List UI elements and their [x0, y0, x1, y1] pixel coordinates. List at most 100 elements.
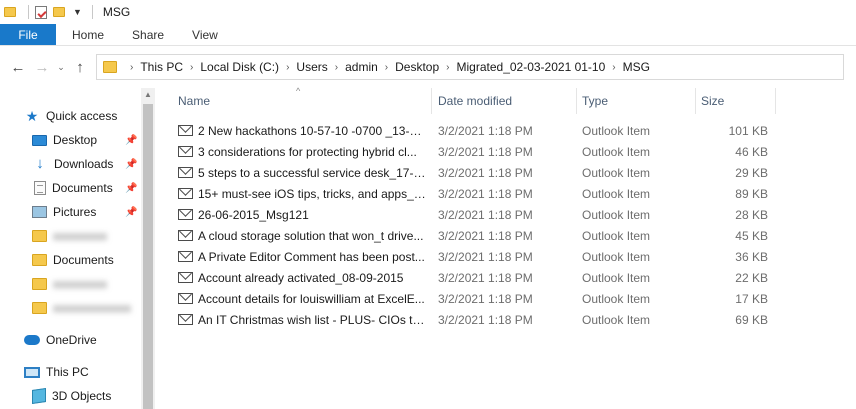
file-name-cell[interactable]: Account already activated_08-09-2015	[178, 267, 426, 288]
scroll-up-icon[interactable]: ▲	[141, 88, 155, 102]
file-name-cell[interactable]: Account details for louiswilliam at Exce…	[178, 288, 426, 309]
file-size: 45 KB	[735, 228, 768, 243]
folder-icon	[32, 278, 47, 290]
nav-item-downloads[interactable]: ↓ Downloads	[32, 153, 113, 175]
mail-icon	[178, 188, 193, 199]
file-size: 36 KB	[735, 249, 768, 264]
nav-item-folder[interactable]: xxxxxxxxx	[32, 225, 107, 247]
table-row[interactable]: An IT Christmas wish list - PLUS- CIOs t…	[160, 309, 856, 330]
breadcrumb-users[interactable]: Users	[296, 60, 327, 74]
table-row[interactable]: 26-06-2015_Msg121 3/2/2021 1:18 PM Outlook…	[160, 204, 856, 225]
address-bar[interactable]: › This PC › Local Disk (C:) › Users › ad…	[96, 54, 844, 80]
scrollbar-thumb[interactable]	[143, 104, 153, 409]
file-size: 29 KB	[735, 165, 768, 180]
chevron-right-icon[interactable]: ›	[286, 62, 289, 73]
nav-this-pc[interactable]: This PC	[24, 361, 89, 383]
file-date: 3/2/2021 1:18 PM	[438, 291, 533, 306]
tab-view[interactable]: View	[178, 24, 232, 45]
table-row[interactable]: 3 considerations for protecting hybrid c…	[160, 141, 856, 162]
table-row[interactable]: 2 New hackathons 10-57-10 -0700 _13-08..…	[160, 120, 856, 141]
nav-item-folder[interactable]: xxxxxxxxx	[32, 273, 107, 295]
file-name-cell[interactable]: 3 considerations for protecting hybrid c…	[178, 141, 426, 162]
nav-scrollbar[interactable]: ▲	[141, 88, 155, 409]
file-date: 3/2/2021 1:18 PM	[438, 165, 533, 180]
breadcrumb-local-disk[interactable]: Local Disk (C:)	[200, 60, 279, 74]
breadcrumb-migrated[interactable]: Migrated_02-03-2021 01-10	[457, 60, 606, 74]
mail-icon	[178, 167, 193, 178]
column-header-size[interactable]: Size	[696, 88, 776, 114]
file-name-cell[interactable]: 15+ must-see iOS tips, tricks, and apps_…	[178, 183, 426, 204]
chevron-right-icon[interactable]: ›	[612, 62, 615, 73]
table-row[interactable]: Account already activated_08-09-2015 3/2/…	[160, 267, 856, 288]
nav-quick-access[interactable]: ★ Quick access	[24, 105, 118, 127]
pin-icon[interactable]: 📌	[125, 135, 137, 146]
pictures-icon	[32, 206, 47, 218]
chevron-right-icon[interactable]: ›	[130, 62, 133, 73]
column-header-date[interactable]: Date modified	[433, 88, 577, 114]
chevron-right-icon[interactable]: ›	[446, 62, 449, 73]
pin-icon[interactable]: 📌	[125, 183, 137, 194]
breadcrumb-this-pc[interactable]: This PC	[140, 60, 183, 74]
table-row[interactable]: 15+ must-see iOS tips, tricks, and apps_…	[160, 183, 856, 204]
table-row[interactable]: Account details for louiswilliam at Exce…	[160, 288, 856, 309]
pin-icon[interactable]: 📌	[125, 159, 137, 170]
file-name: A cloud storage solution that won_t driv…	[198, 228, 424, 243]
nav-item-pictures[interactable]: Pictures	[32, 201, 96, 223]
file-name: Account details for louiswilliam at Exce…	[198, 291, 425, 306]
table-row[interactable]: A cloud storage solution that won_t driv…	[160, 225, 856, 246]
documents-icon	[34, 181, 46, 195]
file-name: Account already activated_08-09-2015	[198, 270, 404, 285]
nav-3d-objects[interactable]: 3D Objects	[32, 385, 111, 407]
breadcrumb: › This PC › Local Disk (C:) › Users › ad…	[123, 60, 650, 74]
file-size: 89 KB	[735, 186, 768, 201]
nav-onedrive[interactable]: OneDrive	[24, 329, 97, 351]
column-header-name[interactable]: Name	[173, 88, 432, 114]
desktop-icon	[32, 134, 47, 146]
breadcrumb-admin[interactable]: admin	[345, 60, 378, 74]
file-date: 3/2/2021 1:18 PM	[438, 270, 533, 285]
table-row[interactable]: A Private Editor Comment has been post..…	[160, 246, 856, 267]
mail-icon	[178, 125, 193, 136]
back-arrow-icon[interactable]: ←	[8, 59, 28, 76]
customize-quick-access-dropdown[interactable]: ▼	[73, 7, 82, 17]
nav-item-documents[interactable]: Documents	[32, 177, 113, 199]
breadcrumb-msg[interactable]: MSG	[623, 60, 650, 74]
file-size: 101 KB	[728, 123, 768, 138]
folder-icon	[4, 7, 16, 17]
chevron-right-icon[interactable]: ›	[335, 62, 338, 73]
file-name-cell[interactable]: 26-06-2015_Msg121	[178, 204, 426, 225]
star-icon: ★	[25, 108, 39, 124]
file-name-cell[interactable]: An IT Christmas wish list - PLUS- CIOs t…	[178, 309, 426, 330]
file-name-cell[interactable]: 5 steps to a successful service desk_17-…	[178, 162, 426, 183]
properties-icon[interactable]	[35, 5, 47, 19]
file-name-cell[interactable]: 2 New hackathons 10-57-10 -0700 _13-08..…	[178, 120, 426, 141]
folder-icon	[32, 254, 47, 266]
up-arrow-icon[interactable]: ↑	[70, 59, 90, 76]
new-folder-icon[interactable]	[53, 7, 65, 17]
chevron-right-icon[interactable]: ›	[385, 62, 388, 73]
mail-icon	[178, 272, 193, 283]
file-name: 3 considerations for protecting hybrid c…	[198, 144, 417, 159]
nav-label: OneDrive	[46, 333, 97, 347]
recent-locations-chevron-icon[interactable]: ⌄	[54, 62, 68, 73]
forward-arrow-icon[interactable]: →	[32, 59, 52, 76]
file-name: 2 New hackathons 10-57-10 -0700 _13-08..…	[198, 123, 426, 138]
file-type: Outlook Item	[582, 249, 651, 264]
file-name-cell[interactable]: A cloud storage solution that won_t driv…	[178, 225, 426, 246]
file-date: 3/2/2021 1:18 PM	[438, 144, 533, 159]
nav-item-folder[interactable]: xxxxxxxxxxxxx	[32, 297, 131, 319]
chevron-right-icon[interactable]: ›	[190, 62, 193, 73]
tab-home[interactable]: Home	[58, 24, 118, 45]
nav-item-documents-folder[interactable]: Documents	[32, 249, 114, 271]
tab-file[interactable]: File	[0, 24, 56, 45]
file-name: 15+ must-see iOS tips, tricks, and apps_…	[198, 186, 426, 201]
column-header-type[interactable]: Type	[577, 88, 696, 114]
table-row[interactable]: 5 steps to a successful service desk_17-…	[160, 162, 856, 183]
breadcrumb-desktop[interactable]: Desktop	[395, 60, 439, 74]
file-name-cell[interactable]: A Private Editor Comment has been post..…	[178, 246, 426, 267]
nav-item-desktop[interactable]: Desktop	[32, 129, 140, 151]
tab-share[interactable]: Share	[118, 24, 178, 45]
nav-label: xxxxxxxxx	[53, 229, 107, 243]
nav-label: Downloads	[54, 157, 114, 171]
pin-icon[interactable]: 📌	[125, 207, 137, 218]
